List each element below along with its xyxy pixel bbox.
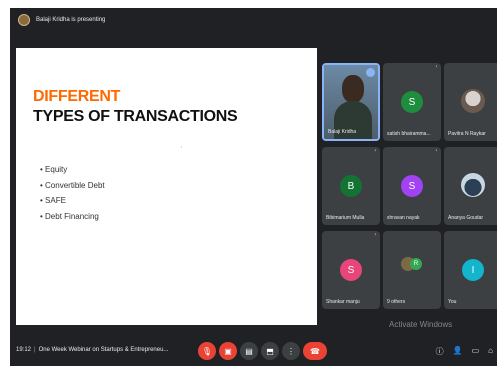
camera-off-button[interactable]: ▣ — [219, 342, 237, 360]
end-call-button[interactable]: ☎ — [303, 342, 327, 360]
participant-name: You — [448, 299, 457, 305]
participant-avatar: S — [401, 91, 423, 113]
presenter-avatar — [18, 14, 30, 26]
more-icon: ⋮ — [287, 346, 295, 356]
participant-body — [334, 101, 372, 139]
participant-tile[interactable]: Balaji Kridha — [322, 63, 380, 141]
present-button[interactable]: ⬒ — [261, 342, 279, 360]
end-call-icon: ☎ — [310, 346, 320, 356]
separator: | — [34, 347, 36, 353]
participant-grid: Balaji Kridha ʼ S satish bhairamma... ʼ … — [322, 63, 497, 311]
slide-bullet-list: Equity Convertible Debt SAFE Debt Financ… — [40, 162, 105, 224]
participant-avatar: B — [340, 175, 362, 197]
camera-off-icon: ▣ — [224, 346, 232, 356]
participant-tile[interactable]: ʼ B Bibimarium Mulla — [322, 147, 380, 225]
right-toolbar: ⓘ 👤 ▭ ⌂ — [436, 346, 493, 357]
mic-off-icon: ʼ — [435, 150, 437, 157]
cursor-icon: ʼ — [181, 147, 183, 153]
presenter-label: Balaji Kridha is presenting — [36, 17, 106, 23]
slide-title-line-2: TYPES OF TRANSACTIONS — [33, 108, 238, 125]
participant-avatar: S — [401, 175, 423, 197]
activities-icon[interactable]: ⌂ — [488, 346, 493, 357]
others-avatar-cluster: R — [401, 257, 423, 279]
present-icon: ⬒ — [266, 346, 274, 356]
mic-off-icon: ʼ — [374, 150, 376, 157]
participant-name: Bibimarium Mulla — [326, 215, 365, 221]
mic-off-icon: ʼ — [435, 66, 437, 73]
participant-name: Ananya Goudar — [448, 215, 484, 221]
participant-avatar — [461, 89, 485, 113]
participant-tile[interactable]: ʼ I You — [444, 231, 497, 309]
participant-name: shravan nayak — [387, 215, 420, 221]
mic-off-icon: 🎙 — [201, 346, 213, 356]
participant-name: satish bhairamma... — [387, 131, 431, 137]
chat-icon[interactable]: ▭ — [472, 346, 480, 357]
mic-off-icon: ʼ — [374, 234, 376, 241]
meet-window: Balaji Kridha is presenting DIFFERENT TY… — [10, 8, 497, 366]
participant-tile[interactable]: ʼ S Shankar manju — [322, 231, 380, 309]
slide-bullet: SAFE — [40, 193, 105, 209]
slide-bullet: Debt Financing — [40, 209, 105, 225]
speaking-icon — [366, 68, 375, 77]
participant-name: Balaji Kridha — [328, 129, 357, 135]
participant-tile[interactable]: ʼ S satish bhairamma... — [383, 63, 441, 141]
captions-icon: ▤ — [245, 346, 253, 356]
participant-avatar — [461, 173, 485, 197]
shared-slide[interactable]: DIFFERENT TYPES OF TRANSACTIONS ʼ Equity… — [16, 48, 317, 325]
people-icon[interactable]: 👤 — [453, 346, 463, 357]
participant-name: Pavitra N Raykar — [448, 131, 486, 137]
captions-button[interactable]: ▤ — [240, 342, 258, 360]
participant-avatar: I — [462, 259, 484, 281]
participant-avatar: R — [410, 258, 422, 270]
mic-off-button[interactable]: 🎙 — [198, 342, 216, 360]
info-icon[interactable]: ⓘ — [436, 346, 444, 357]
participant-avatar: S — [340, 259, 362, 281]
more-options-button[interactable]: ⋮ — [282, 342, 300, 360]
clock: 19:12 — [16, 347, 32, 353]
meeting-info: 19:12 | One Week Webinar on Startups & Ent… — [16, 347, 168, 353]
slide-title-line-1: DIFFERENT — [33, 88, 121, 105]
windows-watermark: Activate Windows — [389, 320, 453, 329]
participant-name: Shankar manju — [326, 299, 360, 305]
participant-face — [342, 75, 364, 103]
participant-tile[interactable]: ʼ Pavitra N Raykar — [444, 63, 497, 141]
participant-tile[interactable]: R 9 others — [383, 231, 441, 309]
bottom-bar: 19:12 | One Week Webinar on Startups & Ent… — [10, 338, 497, 366]
slide-bullet: Equity — [40, 162, 105, 178]
participant-tile[interactable]: ʼ S shravan nayak — [383, 147, 441, 225]
participant-name: 9 others — [387, 299, 406, 305]
meeting-title: One Week Webinar on Startups & Entrepren… — [38, 347, 169, 353]
presenter-bar: Balaji Kridha is presenting — [10, 8, 497, 32]
participant-tile[interactable]: ʼ Ananya Goudar — [444, 147, 497, 225]
slide-bullet: Convertible Debt — [40, 178, 105, 194]
